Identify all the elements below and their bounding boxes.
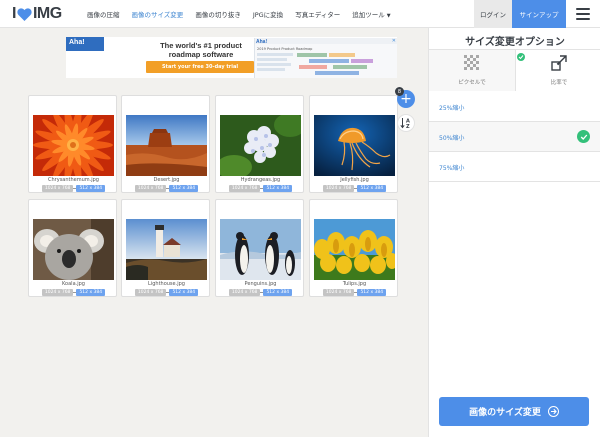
main-nav: 画像の圧縮 画像のサイズ変更 画像の切り抜き JPGに変換 写真エディター 追加… [87,0,403,28]
size-info: 1024 x 768 512 x 384 [29,289,118,296]
file-name: Desert.jpg [153,177,180,183]
size-info: 1024 x 768 512 x 384 [122,289,211,296]
sort-label-z: Z [406,124,410,129]
nav-convert-jpg[interactable]: JPGに変換 [253,9,283,19]
tab-selected-check-icon [517,53,525,61]
tab-by-percentage[interactable]: 比率で [515,50,600,91]
original-size-badge: 1024 x 768 [134,289,167,296]
resize-images-button[interactable]: 画像のサイズ変更 [439,397,589,426]
option-label: 75%縮小 [439,165,465,172]
file-card-penguins[interactable]: Penguins.jpg 1024 x 768 512 x 384 [215,199,304,297]
koala-thumbnail [33,219,114,280]
file-card-hydrangeas[interactable]: Hydrangeas.jpg 1024 x 768 512 x 384 [215,95,304,193]
new-size-badge: 512 x 384 [169,185,199,192]
nav-compress[interactable]: 画像の圧縮 [87,9,120,19]
file-name: Koala.jpg [62,281,85,287]
nav-crop[interactable]: 画像の切り抜き [195,9,241,19]
size-info: 1024 x 768 512 x 384 [216,185,305,192]
sort-az-icon: A Z [400,118,410,129]
top-header: I IMG 画像の圧縮 画像のサイズ変更 画像の切り抜き JPGに変換 写真エデ… [0,0,600,28]
chrysanthemum-thumbnail [33,115,114,176]
new-size-badge: 512 x 384 [169,289,199,296]
jellyfish-thumbnail [314,115,395,176]
option-label: 25%縮小 [439,105,465,112]
original-size-badge: 1024 x 768 [41,185,74,192]
ad-shot-brand: Aha! [256,39,268,45]
ad-headline: The world's #1 product roadmap software [160,41,242,59]
size-info: 1024 x 768 512 x 384 [310,289,399,296]
caret-down-icon: ▼ [386,13,391,19]
size-info: 1024 x 768 512 x 384 [216,289,305,296]
nav-more-tools-label: 追加ツール [352,11,385,19]
desert-thumbnail [126,115,207,176]
resize-mode-tabs: ピクセルで 比率で [429,49,600,91]
option-25-percent[interactable]: 25%縮小 [429,92,600,122]
hydrangeas-thumbnail [220,115,301,176]
file-name: Chrysanthemum.jpg [48,177,99,183]
resize-arrow-icon [551,55,567,71]
option-50-percent[interactable]: 50%縮小 [429,122,600,152]
signup-button[interactable]: サインアップ [512,0,566,28]
logo-word: IMG [32,5,62,22]
resize-button-label: 画像のサイズ変更 [469,408,541,418]
nav-resize[interactable]: 画像のサイズ変更 [132,9,184,19]
nav-more-tools[interactable]: 追加ツール ▼ [352,9,390,19]
new-size-badge: 512 x 384 [263,185,293,192]
new-size-badge: 512 x 384 [263,289,293,296]
original-size-badge: 1024 x 768 [322,185,355,192]
tab-by-pixels[interactable]: ピクセルで [429,50,515,91]
pixel-grid-icon [464,55,479,70]
tab-by-pixels-label: ピクセルで [458,80,486,86]
ad-banner[interactable]: Aha! The world's #1 product roadmap soft… [66,37,397,78]
original-size-badge: 1024 x 768 [228,185,261,192]
sort-files-button[interactable]: A Z [397,114,415,132]
new-size-badge: 512 x 384 [357,185,387,192]
arrow-right-circle-icon [547,406,559,417]
file-count-badge: 8 [395,87,404,96]
ad-brand: Aha! [66,37,104,51]
ad-screenshot-image: Aha! 2019 Product Product Roadmap ✕ [254,38,397,78]
penguins-thumbnail [220,219,301,280]
login-button[interactable]: ログイン [474,0,512,28]
file-name: Hydrangeas.jpg [240,177,281,183]
original-size-badge: 1024 x 768 [228,289,261,296]
size-info: 1024 x 768 512 x 384 [122,185,211,192]
file-name: Lighthouse.jpg [148,281,185,287]
file-name: Tulips.jpg [342,281,367,287]
option-label: 50%縮小 [439,135,465,142]
file-card-jellyfish[interactable]: Jellyfish.jpg 1024 x 768 512 x 384 [309,95,398,193]
original-size-badge: 1024 x 768 [134,185,167,192]
new-size-badge: 512 x 384 [357,289,387,296]
resize-options-panel: サイズ変更オプション ピクセルで 比率で 25%縮小 50%縮小 75%縮小 [428,28,600,437]
lighthouse-thumbnail [126,219,207,280]
file-name: Penguins.jpg [244,281,277,287]
panel-title: サイズ変更オプション [465,37,565,48]
check-icon [577,130,590,143]
new-size-badge: 512 x 384 [76,185,106,192]
file-name: Jellyfish.jpg [340,177,369,183]
tab-by-percentage-label: 比率で [550,80,568,86]
file-card-tulips[interactable]: Tulips.jpg 1024 x 768 512 x 384 [309,199,398,297]
ad-shot-caption: 2019 Product Product Roadmap [257,47,313,51]
size-info: 1024 x 768 512 x 384 [29,185,118,192]
nav-photo-editor[interactable]: 写真エディター [295,9,340,19]
file-card-desert[interactable]: Desert.jpg 1024 x 768 512 x 384 [121,95,210,193]
iloveimg-logo[interactable]: I IMG [12,5,62,23]
size-info: 1024 x 768 512 x 384 [310,185,399,192]
logo-letter: I [12,5,16,22]
new-size-badge: 512 x 384 [76,289,106,296]
tulips-thumbnail [314,219,395,280]
ad-close-icon[interactable]: ✕ [392,38,396,44]
option-75-percent[interactable]: 75%縮小 [429,152,600,182]
file-card-lighthouse[interactable]: Lighthouse.jpg 1024 x 768 512 x 384 [121,199,210,297]
hamburger-menu-icon[interactable] [576,8,590,20]
original-size-badge: 1024 x 768 [322,289,355,296]
file-card-chrysanthemum[interactable]: Chrysanthemum.jpg 1024 x 768 512 x 384 [28,95,117,193]
heart-icon [17,7,32,21]
file-card-koala[interactable]: Koala.jpg 1024 x 768 512 x 384 [28,199,117,297]
ad-text-panel: Aha! The world's #1 product roadmap soft… [66,37,254,78]
original-size-badge: 1024 x 768 [41,289,74,296]
ad-cta-button[interactable]: Start your free 30-day trial [146,61,254,73]
